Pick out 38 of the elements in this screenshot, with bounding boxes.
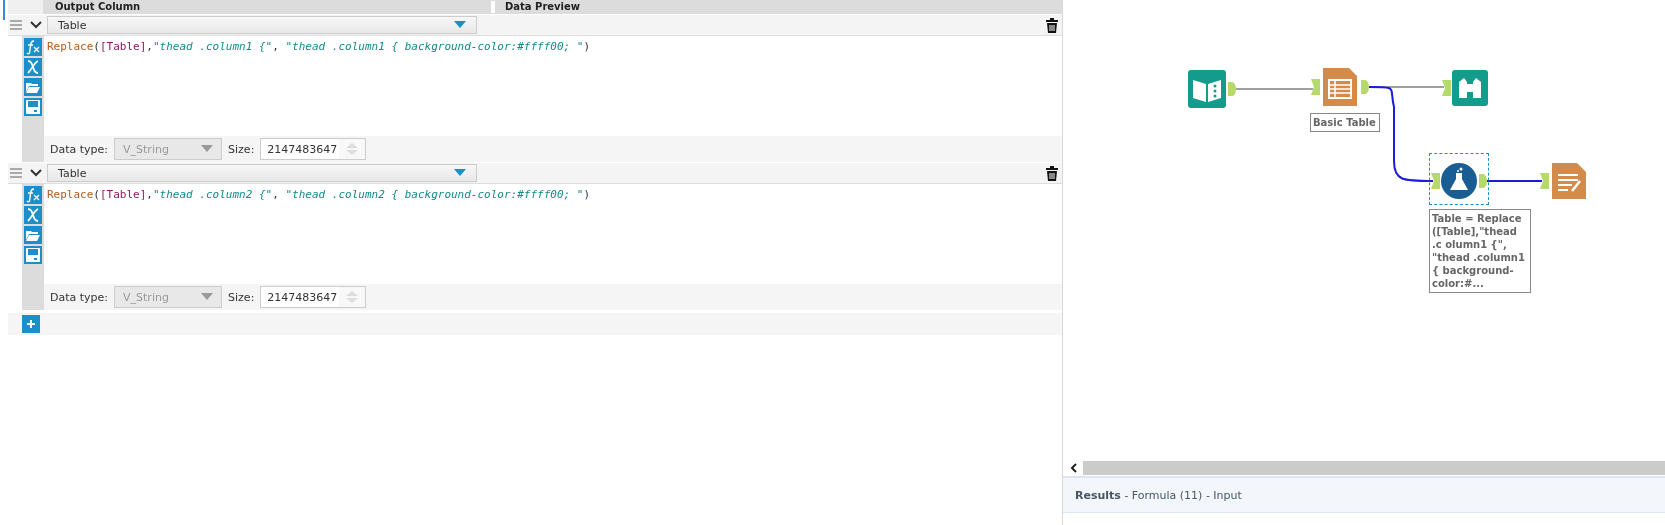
folder-icon[interactable]: [24, 226, 42, 244]
scrollbar-thumb[interactable]: [1083, 461, 1665, 475]
dropdown-caret-icon: [454, 21, 466, 29]
function-icon[interactable]: [24, 38, 42, 56]
output-column-dropdown[interactable]: Table: [47, 16, 477, 34]
trash-icon[interactable]: [1046, 165, 1058, 181]
tool-annotation: Basic Table: [1310, 113, 1380, 132]
size-label: Size:: [228, 142, 255, 156]
plus-icon: [26, 319, 36, 329]
data-type-label: Data type:: [50, 290, 109, 304]
output-column-dropdown[interactable]: Table: [47, 164, 477, 182]
variable-icon[interactable]: [24, 58, 42, 76]
save-icon[interactable]: [24, 98, 42, 116]
input-anchor-icon[interactable]: [1311, 79, 1320, 95]
column-header: Data Preview: [504, 1, 581, 13]
flask-icon[interactable]: [1441, 163, 1477, 199]
drag-handle-icon[interactable]: [10, 19, 22, 31]
binoculars-icon[interactable]: [1452, 70, 1488, 106]
collapse-chevron-icon[interactable]: [29, 168, 43, 178]
size-label: Size:: [228, 290, 255, 304]
tool-annotation: Table = Replace ([Table],"thead .c olumn1 {", "thead .column1 { background-color:#...: [1429, 209, 1531, 293]
function-icon[interactable]: [24, 186, 42, 204]
input-anchor-icon[interactable]: [1540, 173, 1549, 189]
add-formula-button[interactable]: [22, 315, 40, 333]
variable-icon[interactable]: [24, 206, 42, 224]
trash-icon[interactable]: [1046, 17, 1058, 33]
results-title: Results - Formula (11) - Input: [1075, 488, 1242, 502]
data-type-label: Data type:: [50, 142, 109, 156]
folder-icon[interactable]: [24, 78, 42, 96]
dropdown-caret-icon: [201, 145, 214, 153]
drag-handle-icon[interactable]: [10, 167, 22, 179]
collapse-chevron-icon[interactable]: [29, 20, 43, 30]
dropdown-caret-icon: [454, 169, 466, 177]
scroll-left-icon[interactable]: [1069, 463, 1079, 473]
dropdown-caret-icon: [201, 293, 214, 301]
book-icon[interactable]: [1188, 70, 1226, 108]
save-icon[interactable]: [24, 246, 42, 264]
table-icon[interactable]: [1321, 68, 1359, 106]
